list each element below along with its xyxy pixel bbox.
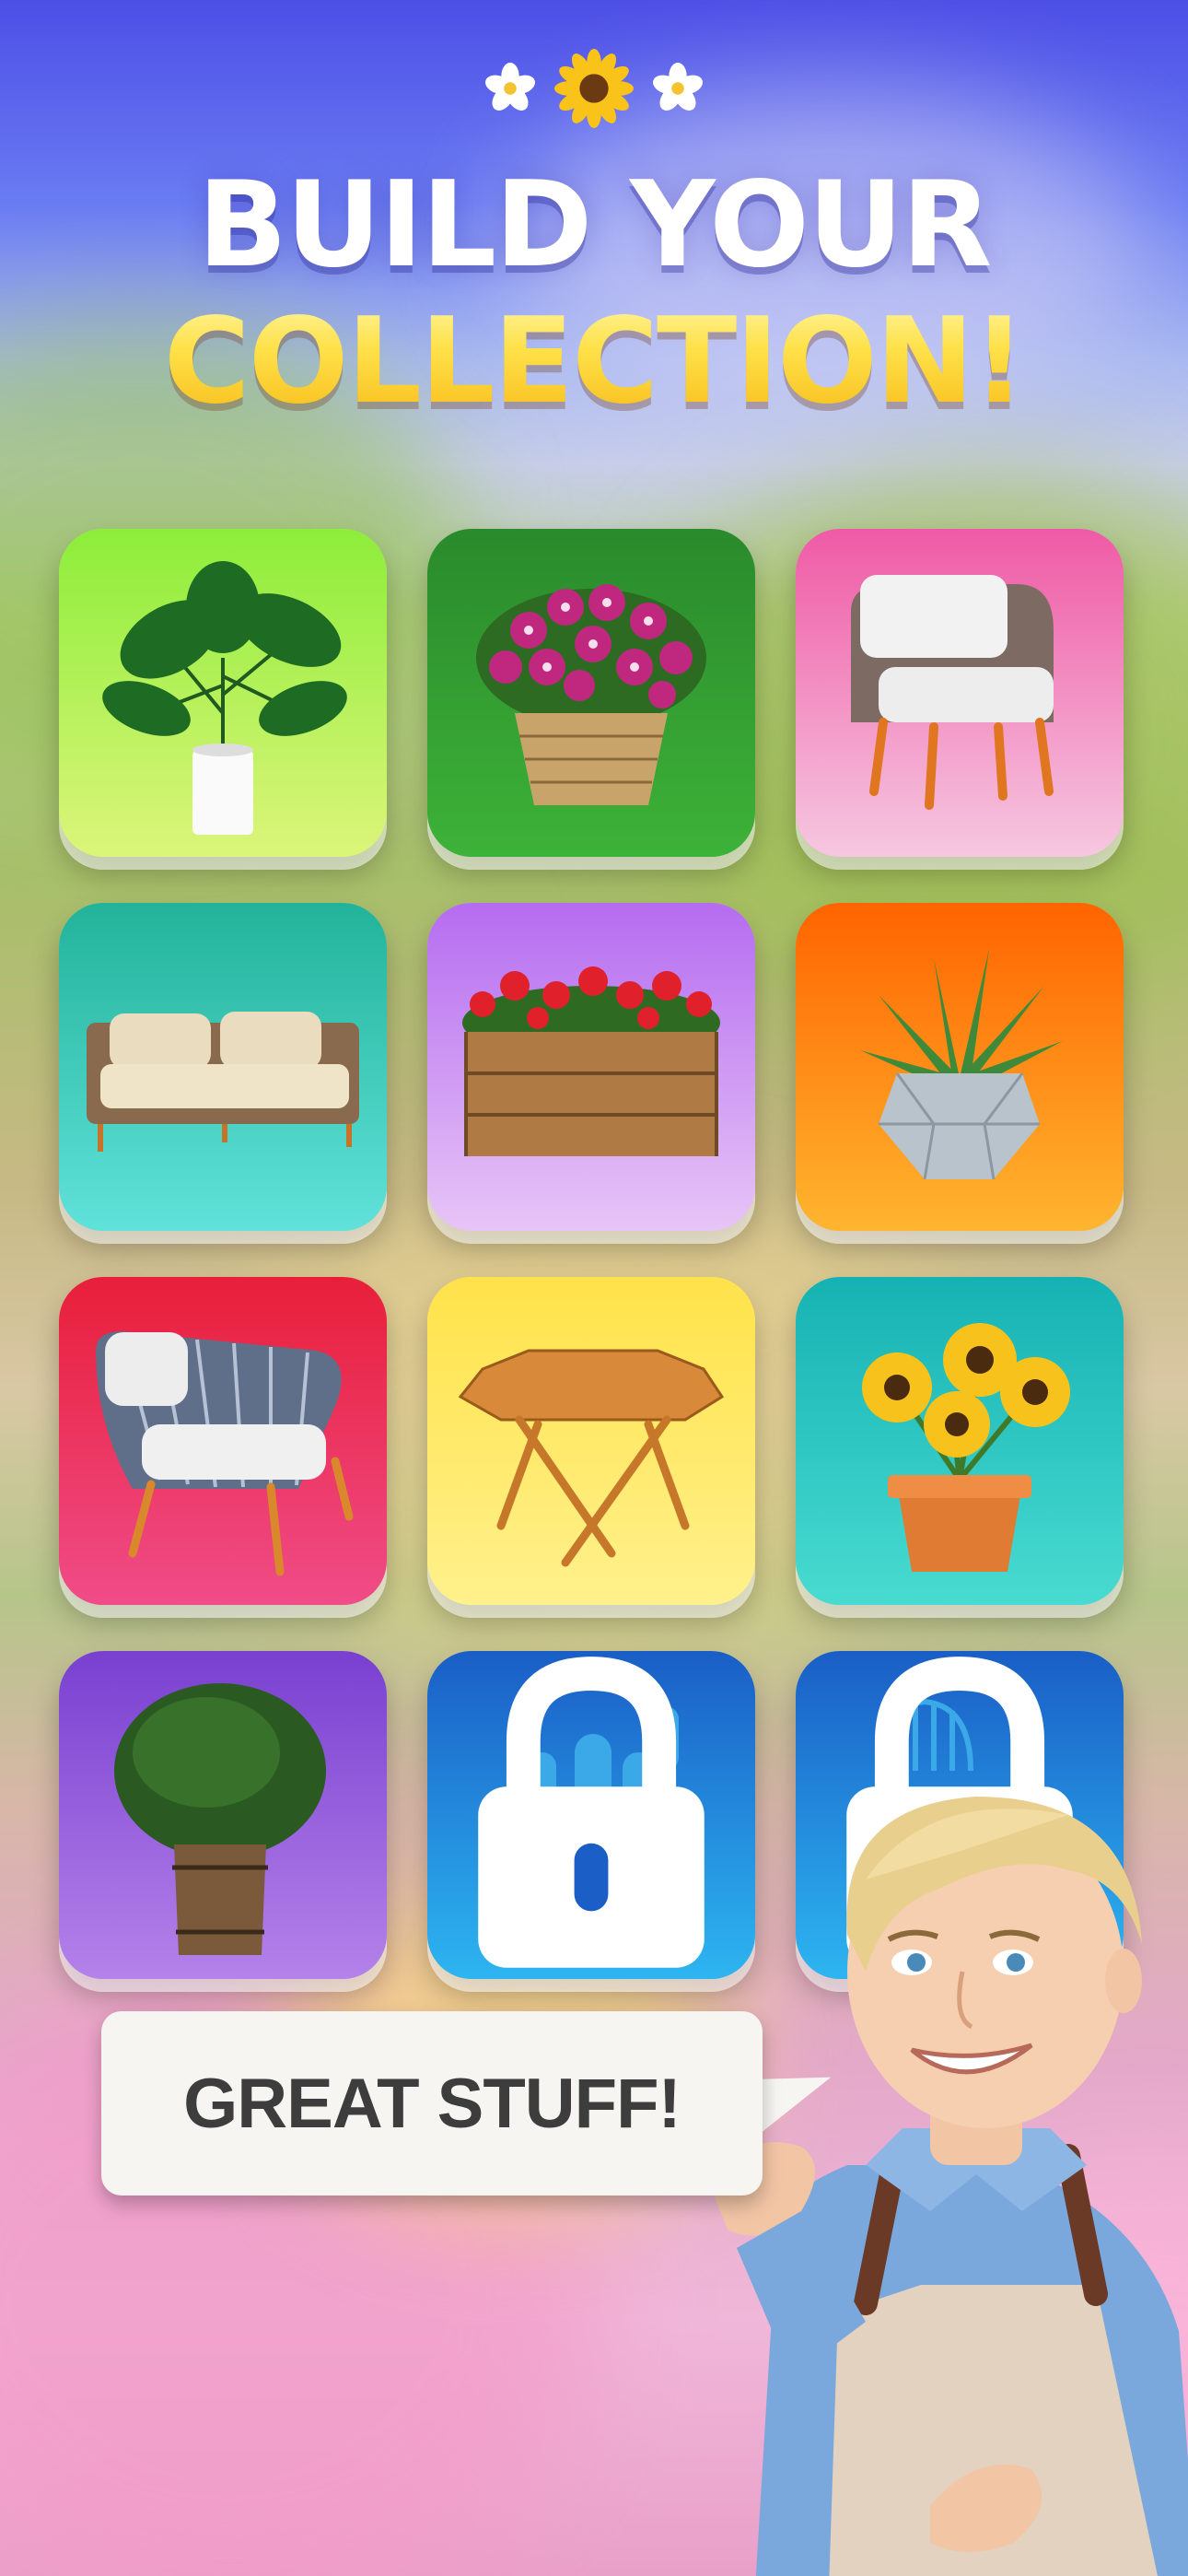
boxwood-icon [59, 1651, 387, 1979]
collection-item-outdoor-sofa[interactable] [59, 903, 387, 1231]
header-flowers [0, 48, 1188, 129]
collection-item-folding-table[interactable] [427, 1277, 755, 1605]
sunflower-icon [553, 48, 635, 129]
collection-item-string-chair[interactable] [59, 1277, 387, 1605]
petunia-basket-icon [427, 529, 755, 857]
collection-item-aloe-pot[interactable] [796, 903, 1124, 1231]
collection-item-monstera-plant[interactable] [59, 529, 387, 857]
collection-item-sunflower-pot[interactable] [796, 1277, 1124, 1605]
armchair-icon [796, 529, 1124, 857]
collection-item-wicker-armchair[interactable] [796, 529, 1124, 857]
monstera-icon [59, 529, 387, 857]
flower-crate-icon [427, 903, 755, 1231]
white-flower-icon [485, 62, 535, 111]
speech-bubble: GREAT STUFF! [101, 2011, 763, 2195]
collection-item-geranium-crate[interactable] [427, 903, 755, 1231]
white-flower-icon [653, 62, 703, 111]
title-line-1: BUILD YOUR [197, 157, 993, 294]
title-line-2: COLLECTION! [0, 293, 1188, 430]
aloe-icon [796, 903, 1124, 1231]
speech-text: GREAT STUFF! [183, 2064, 681, 2143]
string-chair-icon [59, 1277, 387, 1605]
table-icon [427, 1277, 755, 1605]
sunflower-pot-icon [796, 1277, 1124, 1605]
collection-item-petunia-basket[interactable] [427, 529, 755, 857]
sofa-icon [59, 903, 387, 1231]
collection-item-boxwood-barrel[interactable] [59, 1651, 387, 1979]
